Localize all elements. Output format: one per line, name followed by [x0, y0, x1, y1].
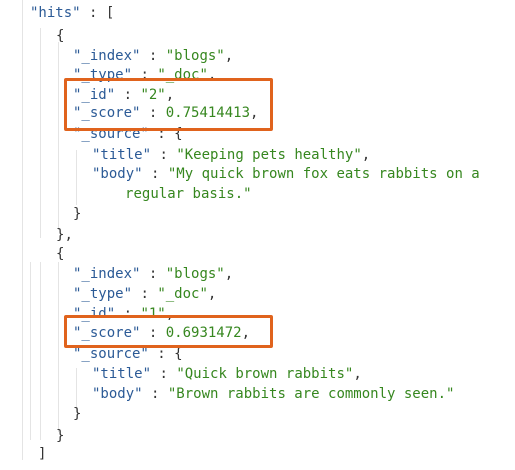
json-line-hit1-source-close: } — [73, 206, 82, 222]
indent-guide — [40, 262, 41, 440]
json-line-hit1-open: { — [56, 28, 65, 44]
json-line-hit2-source-close: } — [73, 406, 82, 422]
indent-guide — [30, 262, 31, 440]
indent-guide — [58, 262, 59, 432]
indent-guide — [40, 28, 41, 238]
json-line-hit1-body-wrap: regular basis." — [125, 186, 252, 202]
json-line-hits-open: "hits" : [ — [30, 5, 115, 21]
hit2-score-box — [64, 315, 273, 348]
indent-guide — [58, 42, 59, 230]
json-response-viewer: "hits" : [ { "_index" : "blogs", "_type" : … — [0, 0, 515, 470]
indent-guide — [22, 0, 23, 460]
json-line-hits-close: ] — [38, 446, 47, 462]
json-line-hit2-open: { — [56, 246, 65, 262]
json-line-hit2-type: "_type" : "_doc", — [73, 286, 217, 302]
json-line-hit2-title: "title" : "Quick brown rabbits", — [92, 366, 362, 382]
hit1-id-score-box — [64, 78, 273, 131]
json-line-hit1-body: "body" : "My quick brown fox eats rabbit… — [92, 166, 480, 182]
json-line-hit2-index: "_index" : "blogs", — [73, 266, 234, 282]
json-line-hit2-body: "body" : "Brown rabbits are commonly see… — [92, 386, 455, 402]
indent-guide — [76, 150, 77, 205]
json-line-hit2-close: } — [56, 428, 65, 444]
